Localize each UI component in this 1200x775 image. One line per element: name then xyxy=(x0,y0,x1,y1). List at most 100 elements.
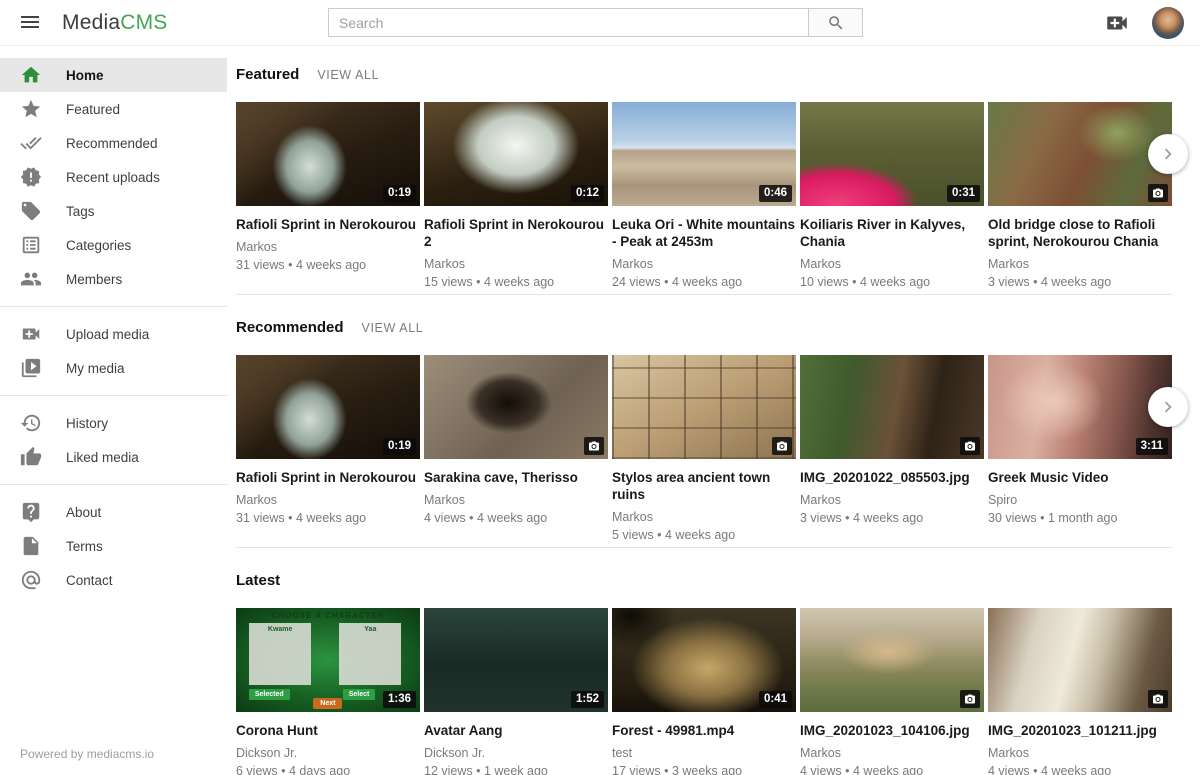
search-input[interactable] xyxy=(328,8,808,37)
media-author[interactable]: Markos xyxy=(800,257,984,271)
sidebar-item-history[interactable]: History xyxy=(0,406,227,440)
media-card[interactable]: 3:11 Greek Music Video Spiro 30 views • … xyxy=(988,355,1172,542)
sidebar-item-categories[interactable]: Categories xyxy=(0,228,227,262)
media-thumbnail[interactable] xyxy=(424,355,608,459)
search-button[interactable] xyxy=(808,8,863,37)
sidebar: Home Featured Recommended Recent uploads… xyxy=(0,46,227,775)
duration-text: 1:36 xyxy=(388,693,411,705)
media-title[interactable]: Avatar Aang xyxy=(424,722,608,739)
media-meta: 4 views • 4 weeks ago xyxy=(988,764,1172,775)
media-thumbnail[interactable]: 0:46 xyxy=(612,102,796,206)
media-author[interactable]: Markos xyxy=(236,240,420,254)
media-thumbnail[interactable]: 0:31 xyxy=(800,102,984,206)
media-card[interactable]: 0:46 Leuka Ori - White mountains - Peak … xyxy=(612,102,796,289)
media-thumbnail[interactable] xyxy=(800,355,984,459)
upload-media-button[interactable] xyxy=(1104,10,1130,36)
carousel-next-button[interactable] xyxy=(1148,387,1188,427)
media-title[interactable]: Rafioli Sprint in Nerokourou 2 xyxy=(424,216,608,250)
sidebar-item-label: Terms xyxy=(66,539,103,554)
thumbnail-overlay-text: Next xyxy=(313,698,342,709)
sidebar-item-recommended[interactable]: Recommended xyxy=(0,126,227,160)
media-author[interactable]: Markos xyxy=(800,746,984,760)
media-title[interactable]: Stylos area ancient town ruins xyxy=(612,469,796,503)
media-author[interactable]: Markos xyxy=(424,493,608,507)
view-all-link[interactable]: VIEW ALL xyxy=(362,321,424,335)
media-card[interactable]: 1:36 CHOOSE A CHARACTERKwameYaaSelectedN… xyxy=(236,608,420,775)
thumbnail-overlay-text: Kwame xyxy=(249,626,312,633)
user-avatar[interactable] xyxy=(1152,7,1184,39)
media-card[interactable]: Sarakina cave, Therisso Markos 4 views •… xyxy=(424,355,608,542)
carousel-next-button[interactable] xyxy=(1148,134,1188,174)
media-author[interactable]: Markos xyxy=(800,493,984,507)
sidebar-item-icon xyxy=(20,412,42,434)
videocam-plus-icon xyxy=(1104,10,1130,36)
sidebar-item-liked-media[interactable]: Liked media xyxy=(0,440,227,474)
media-author[interactable]: Markos xyxy=(988,257,1172,271)
media-author[interactable]: Dickson Jr. xyxy=(424,746,608,760)
media-title[interactable]: Forest - 49981.mp4 xyxy=(612,722,796,739)
media-author[interactable]: test xyxy=(612,746,796,760)
sidebar-item-recent-uploads[interactable]: Recent uploads xyxy=(0,160,227,194)
sidebar-item-about[interactable]: About xyxy=(0,495,227,529)
hamburger-menu-button[interactable] xyxy=(18,10,44,36)
media-thumbnail[interactable]: 0:12 xyxy=(424,102,608,206)
media-thumbnail[interactable] xyxy=(988,608,1172,712)
media-title[interactable]: Leuka Ori - White mountains - Peak at 24… xyxy=(612,216,796,250)
media-author[interactable]: Markos xyxy=(424,257,608,271)
media-card[interactable]: 0:19 Rafioli Sprint in Nerokourou Markos… xyxy=(236,102,420,289)
thumb-badge: 0:31 xyxy=(947,185,980,202)
media-title[interactable]: Corona Hunt xyxy=(236,722,420,739)
sidebar-item-tags[interactable]: Tags xyxy=(0,194,227,228)
media-thumbnail[interactable]: 0:41 xyxy=(612,608,796,712)
sidebar-item-members[interactable]: Members xyxy=(0,262,227,296)
media-card[interactable]: 1:52 Avatar Aang Dickson Jr. 12 views • … xyxy=(424,608,608,775)
thumb-badge xyxy=(772,437,792,455)
media-title[interactable]: IMG_20201023_104106.jpg xyxy=(800,722,984,739)
view-all-link[interactable]: VIEW ALL xyxy=(317,68,379,82)
media-card[interactable]: 0:41 Forest - 49981.mp4 test 17 views • … xyxy=(612,608,796,775)
media-title[interactable]: Sarakina cave, Therisso xyxy=(424,469,608,486)
media-title[interactable]: IMG_20201022_085503.jpg xyxy=(800,469,984,486)
sidebar-item-upload-media[interactable]: Upload media xyxy=(0,317,227,351)
media-card[interactable]: 0:31 Koiliaris River in Kalyves, Chania … xyxy=(800,102,984,289)
media-thumbnail[interactable]: 0:19 xyxy=(236,355,420,459)
media-author[interactable]: Markos xyxy=(612,257,796,271)
media-thumbnail[interactable] xyxy=(800,608,984,712)
media-title[interactable]: Old bridge close to Rafioli sprint, Nero… xyxy=(988,216,1172,250)
media-card[interactable]: 0:19 Rafioli Sprint in Nerokourou Markos… xyxy=(236,355,420,542)
media-title[interactable]: Rafioli Sprint in Nerokourou xyxy=(236,469,420,486)
sidebar-item-label: My media xyxy=(66,361,125,376)
sidebar-item-featured[interactable]: Featured xyxy=(0,92,227,126)
media-author[interactable]: Markos xyxy=(988,746,1172,760)
app-logo[interactable]: MediaCMS xyxy=(62,11,167,35)
media-card[interactable]: IMG_20201022_085503.jpg Markos 3 views •… xyxy=(800,355,984,542)
thumb-badge: 0:12 xyxy=(571,185,604,202)
media-author[interactable]: Markos xyxy=(612,510,796,524)
media-author[interactable]: Spiro xyxy=(988,493,1172,507)
media-thumbnail[interactable]: 0:19 xyxy=(236,102,420,206)
media-card[interactable]: IMG_20201023_104106.jpg Markos 4 views •… xyxy=(800,608,984,775)
thumb-badge: 1:36 xyxy=(383,691,416,708)
media-thumbnail[interactable] xyxy=(988,102,1172,206)
media-thumbnail[interactable]: 1:52 xyxy=(424,608,608,712)
media-card[interactable]: 0:12 Rafioli Sprint in Nerokourou 2 Mark… xyxy=(424,102,608,289)
media-author[interactable]: Dickson Jr. xyxy=(236,746,420,760)
thumbnail-overlay-text: CHOOSE A CHARACTER xyxy=(236,612,420,620)
media-title[interactable]: IMG_20201023_101211.jpg xyxy=(988,722,1172,739)
sidebar-item-home[interactable]: Home xyxy=(0,58,227,92)
media-title[interactable]: Rafioli Sprint in Nerokourou xyxy=(236,216,420,233)
camera-icon xyxy=(1152,693,1164,705)
media-thumbnail[interactable]: 3:11 xyxy=(988,355,1172,459)
media-title[interactable]: Greek Music Video xyxy=(988,469,1172,486)
media-card[interactable]: IMG_20201023_101211.jpg Markos 4 views •… xyxy=(988,608,1172,775)
media-title[interactable]: Koiliaris River in Kalyves, Chania xyxy=(800,216,984,250)
media-thumbnail[interactable] xyxy=(612,355,796,459)
media-card[interactable]: Stylos area ancient town ruins Markos 5 … xyxy=(612,355,796,542)
media-thumbnail[interactable]: 1:36 CHOOSE A CHARACTERKwameYaaSelectedN… xyxy=(236,608,420,712)
media-card[interactable]: Old bridge close to Rafioli sprint, Nero… xyxy=(988,102,1172,289)
sidebar-item-contact[interactable]: Contact xyxy=(0,563,227,597)
sidebar-item-my-media[interactable]: My media xyxy=(0,351,227,385)
sidebar-item-terms[interactable]: Terms xyxy=(0,529,227,563)
media-author[interactable]: Markos xyxy=(236,493,420,507)
thumb-badge xyxy=(584,437,604,455)
